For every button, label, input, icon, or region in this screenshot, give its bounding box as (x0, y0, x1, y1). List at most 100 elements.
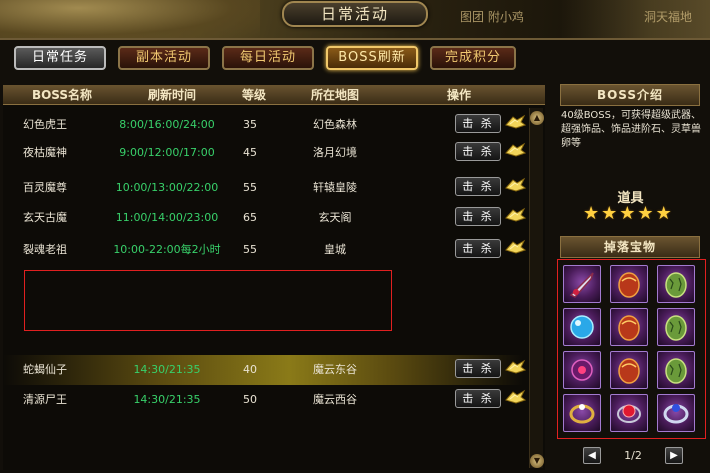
red-egg-icon (618, 315, 640, 341)
teleport-shoe-icon[interactable] (504, 141, 527, 159)
refresh-time: 8:00/16:00/24:00 (119, 118, 215, 131)
tab-daily-tasks[interactable]: 日常任务 (14, 46, 106, 70)
next-page-icon[interactable]: ▶ (664, 446, 683, 464)
drop-item-grid (563, 265, 695, 432)
drop-item[interactable] (610, 351, 648, 389)
kill-button[interactable]: 击 杀 (455, 142, 501, 161)
kill-button[interactable]: 击 杀 (455, 114, 501, 133)
table-row: 裂魂老祖 10:00-22:00每2小时 55 皇城 击 杀 (3, 235, 527, 265)
table-row: 幻色虎王 8:00/16:00/24:00 35 幻色森林 击 杀 (3, 110, 527, 140)
boss-level: 55 (243, 181, 257, 194)
header-map: 所在地图 (310, 88, 359, 102)
blue-orb-icon (570, 315, 594, 339)
teleport-shoe-icon[interactable] (504, 176, 527, 194)
refresh-time: 11:00/14:00/23:00 (115, 211, 219, 224)
drop-item[interactable] (657, 308, 695, 346)
highlight-box-rows (24, 270, 392, 331)
kill-button[interactable]: 击 杀 (455, 177, 501, 196)
prev-page-icon[interactable]: ◀ (583, 446, 601, 464)
drop-item[interactable] (610, 265, 648, 303)
refresh-time: 10:00/13:00/22:00 (115, 181, 219, 194)
refresh-time: 14:30/21:35 (133, 363, 201, 376)
kill-button[interactable]: 击 杀 (455, 359, 501, 378)
boss-level: 35 (243, 118, 257, 131)
header-level: 等级 (241, 88, 266, 102)
boss-level: 40 (243, 363, 257, 376)
star-icon: ★ (619, 203, 636, 224)
red-egg-icon (618, 358, 640, 384)
table-row: 玄天古魔 11:00/14:00/23:00 65 玄天阁 击 杀 (3, 203, 527, 233)
drop-item[interactable] (563, 351, 601, 389)
tab-bar: 日常任务 副本活动 每日活动 BOSS刷新 完成积分 (14, 46, 516, 70)
ruby-icon (617, 404, 641, 423)
header-refresh-time: 刷新时间 (147, 88, 196, 102)
sword-icon (569, 272, 594, 298)
boss-map: 幻色森林 (313, 118, 357, 131)
drops-box (557, 259, 706, 439)
kill-button[interactable]: 击 杀 (455, 239, 501, 258)
drop-item[interactable] (657, 265, 695, 303)
boss-level: 55 (243, 243, 257, 256)
silver-ring-icon (663, 404, 689, 424)
kill-button[interactable]: 击 杀 (455, 207, 501, 226)
page-indicator: 1/2 (624, 448, 642, 462)
table-scrollbar[interactable]: ▲ ▼ (529, 108, 544, 468)
scroll-down-icon[interactable]: ▼ (530, 454, 544, 468)
tab-dungeon-activities[interactable]: 副本活动 (118, 46, 210, 70)
teleport-shoe-icon[interactable] (504, 206, 527, 224)
star-icon: ★ (655, 203, 672, 224)
tab-daily-activities[interactable]: 每日活动 (222, 46, 314, 70)
boss-map: 魔云西谷 (313, 393, 357, 406)
table-row: 百灵魔尊 10:00/13:00/22:00 55 轩辕皇陵 击 杀 (3, 173, 527, 203)
green-egg-icon (665, 358, 687, 384)
header-boss-name: BOSS名称 (31, 88, 93, 102)
refresh-time: 14:30/21:35 (133, 393, 201, 406)
gold-ring-icon (569, 404, 595, 424)
boss-level: 50 (243, 393, 257, 406)
boss-name: 幻色虎王 (23, 118, 67, 131)
red-egg-icon (618, 272, 640, 298)
star-icon: ★ (601, 203, 618, 224)
drop-item[interactable] (657, 351, 695, 389)
drop-item[interactable] (657, 394, 695, 432)
boss-intro-description: 40级BOSS，可获得超级武器、超强饰品、饰品进阶石、灵草兽卵等 (561, 110, 701, 149)
kill-button[interactable]: 击 杀 (455, 389, 501, 408)
tab-boss-refresh[interactable]: BOSS刷新 (326, 46, 418, 70)
teleport-shoe-icon[interactable] (504, 358, 527, 376)
drop-item[interactable] (563, 265, 601, 303)
refresh-time: 10:00-22:00每2小时 (113, 243, 221, 256)
boss-name: 蛇蝎仙子 (23, 363, 67, 376)
boss-map: 皇城 (324, 243, 346, 256)
boss-name: 清源尸王 (23, 393, 67, 406)
table-row: 蛇蝎仙子 14:30/21:35 40 魔云东谷 击 杀 (3, 355, 527, 385)
game-screen: 图团 附小鸡 洞天福地 日常活动 日常任务 副本活动 每日活动 BOSS刷新 完… (0, 0, 710, 473)
tab-completion-points[interactable]: 完成积分 (430, 46, 516, 70)
background-text-left: 图团 附小鸡 (460, 10, 524, 24)
boss-map: 洛月幻境 (313, 146, 357, 159)
boss-name: 玄天古魔 (23, 211, 67, 224)
drop-item[interactable] (563, 394, 601, 432)
gem-flower-icon (571, 359, 593, 381)
teleport-shoe-icon[interactable] (504, 113, 527, 131)
drop-item[interactable] (563, 308, 601, 346)
teleport-shoe-icon[interactable] (504, 388, 527, 406)
boss-map: 轩辕皇陵 (313, 181, 357, 194)
drop-item[interactable] (610, 308, 648, 346)
header-action: 操作 (446, 88, 471, 102)
green-egg-icon (665, 315, 687, 341)
window-title: 日常活动 (282, 1, 428, 27)
scroll-up-icon[interactable]: ▲ (530, 111, 544, 125)
boss-level: 45 (243, 146, 257, 159)
boss-map: 玄天阁 (318, 211, 352, 224)
drop-item[interactable] (610, 394, 648, 432)
table-row: 清源尸王 14:30/21:35 50 魔云西谷 击 杀 (3, 385, 527, 415)
boss-intro-title: BOSS介绍 (560, 84, 700, 106)
drops-pager: ◀ 1/2 ▶ (583, 446, 683, 464)
teleport-shoe-icon[interactable] (504, 238, 527, 256)
boss-name: 夜枯魔神 (23, 146, 67, 159)
green-egg-icon (665, 272, 687, 298)
table-header: BOSS名称 刷新时间 等级 所在地图 操作 (3, 85, 545, 105)
drops-title: 掉落宝物 (560, 236, 700, 258)
star-icon: ★ (583, 203, 600, 224)
boss-name: 裂魂老祖 (23, 243, 67, 256)
